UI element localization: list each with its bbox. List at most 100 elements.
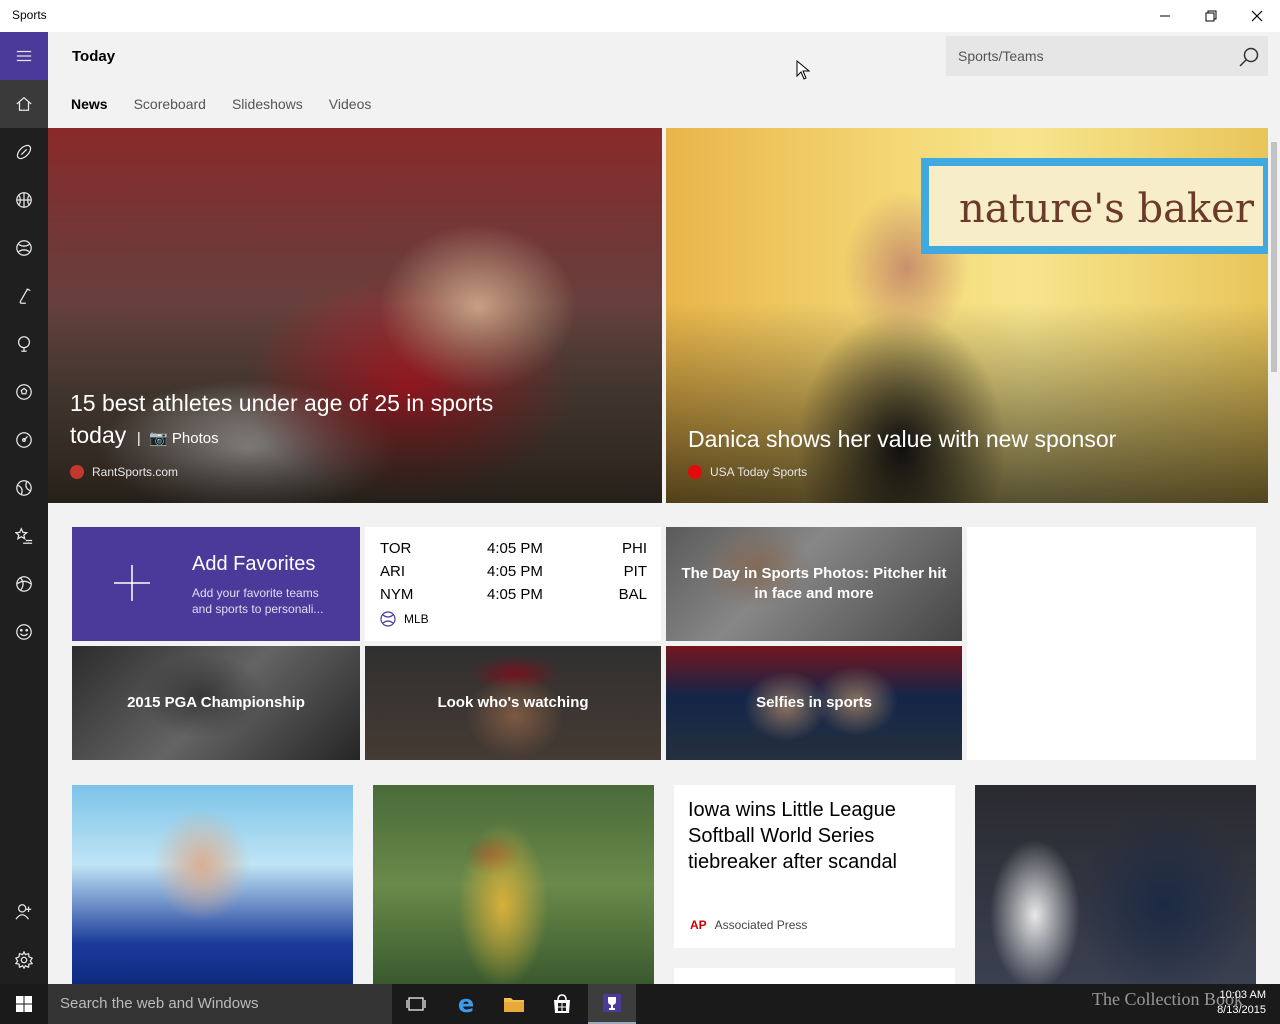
task-view-icon [406,997,426,1011]
watching-tile[interactable]: Look who's watching [365,646,661,760]
nav-hockey[interactable] [0,272,48,320]
tennis-icon [16,480,32,496]
hero-source: USA Today Sports [688,465,807,479]
edge-button[interactable]: e [442,984,490,1024]
pga-tile[interactable]: 2015 PGA Championship [72,646,360,760]
nav-golf[interactable] [0,320,48,368]
hero-story-athletes[interactable]: 15 best athletes under age of 25 in spor… [48,128,662,503]
nav-favorites[interactable] [0,512,48,560]
nav-account[interactable] [0,888,48,936]
plus-icon [114,565,150,601]
nav-soccer[interactable] [0,368,48,416]
nav-rail [0,32,48,984]
hero-headline: 15 best athletes under age of 25 in spor… [70,390,494,448]
basketball-icon [16,192,32,208]
game-row: ARI 4:05 PM PIT [380,563,647,580]
vertical-scrollbar[interactable] [1268,128,1280,984]
store-button[interactable] [538,984,586,1024]
tab-slideshows[interactable]: Slideshows [232,96,303,112]
hockey-icon [19,288,31,304]
minimize-button[interactable] [1142,0,1188,32]
league-label: MLB [380,611,429,627]
tab-scoreboard[interactable]: Scoreboard [134,96,206,112]
home-icon [16,96,32,111]
folder-icon [504,998,524,1012]
nav-fantasy[interactable] [0,608,48,656]
article-card-iowa[interactable]: Iowa wins Little League Softball World S… [674,785,955,948]
golf-icon [17,336,31,352]
tile-caption: Selfies in sports [756,694,872,711]
nav-settings[interactable] [0,936,48,984]
nav-home[interactable] [0,80,48,128]
hamburger-icon [16,50,32,62]
ap-logo-icon: AP [690,918,707,932]
mouse-cursor-icon [796,60,810,80]
sports-app-button[interactable] [588,984,636,1024]
game-row: TOR 4:05 PM PHI [380,540,647,557]
title-bar: Sports [0,0,1280,32]
nav-football[interactable] [0,128,48,176]
game-row: NYM 4:05 PM BAL [380,586,647,603]
page-title: Today [72,48,116,65]
nav-baseball[interactable] [0,224,48,272]
star-list-icon [15,527,33,544]
system-clock[interactable]: 10:03 AM 8/13/2015 [1217,988,1266,1018]
article-card-next[interactable] [674,968,955,984]
search-input[interactable] [946,36,1226,76]
photos-badge: | 📷 Photos [132,430,219,447]
tile-photo-quarterback [72,785,353,984]
scrollbar-thumb[interactable] [1271,142,1277,372]
nav-more-sports[interactable] [0,560,48,608]
tab-videos[interactable]: Videos [329,96,372,112]
story-tile-football[interactable] [975,785,1256,984]
scoreboard-tile[interactable]: TOR 4:05 PM PHI ARI 4:05 PM PIT NYM 4:05… [365,527,661,641]
add-favorites-subtitle: Add your favorite teams and sports to pe… [192,586,324,616]
nav-motorsports[interactable] [0,416,48,464]
story-tile-player-10[interactable] [373,785,654,984]
hero-story-danica[interactable]: nature's baker Danica shows her value wi… [666,128,1268,503]
football-icon [16,144,32,160]
story-tile-quarterback[interactable] [72,785,353,984]
close-button[interactable] [1234,0,1280,32]
speedometer-icon [16,432,32,448]
add-favorites-tile[interactable]: Add Favorites Add your favorite teams an… [72,527,360,641]
tile-photo-player [373,785,654,984]
soccer-icon [16,384,32,400]
tile-photo-football [975,785,1256,984]
task-view-button[interactable] [392,984,440,1024]
tab-bar: News Scoreboard Slideshows Videos [71,96,371,112]
smiley-icon [16,624,32,640]
taskbar-search[interactable]: Search the web and Windows [48,984,392,1024]
sponsor-banner: nature's baker [921,158,1268,254]
nav-basketball[interactable] [0,176,48,224]
gear-icon [15,951,33,969]
trophy-icon [603,994,621,1012]
start-button[interactable] [0,984,48,1024]
search-box[interactable] [946,36,1268,76]
tile-caption: Look who's watching [437,694,589,711]
article-title: Iowa wins Little League Softball World S… [688,799,898,873]
windows-logo-icon [16,996,32,1012]
add-favorites-title: Add Favorites [192,553,316,575]
day-in-sports-tile[interactable]: The Day in Sports Photos: Pitcher hit in… [666,527,962,641]
header: Today News Scoreboard Slideshows Videos [48,32,1280,128]
tab-news[interactable]: News [71,96,108,112]
file-explorer-button[interactable] [490,984,538,1024]
baseball-icon [380,611,396,627]
camera-icon: 📷 [149,430,168,447]
usa-today-logo-icon [688,465,702,479]
hamburger-menu-button[interactable] [0,32,48,80]
hero-source: RantSports.com [70,465,178,479]
restore-button[interactable] [1188,0,1234,32]
add-user-icon [15,904,32,920]
selfies-tile[interactable]: Selfies in sports [666,646,962,760]
tile-caption: The Day in Sports Photos: Pitcher hit in… [681,565,947,602]
search-icon[interactable] [1238,46,1260,68]
nav-tennis[interactable] [0,464,48,512]
hero-headline: Danica shows her value with new sponsor [688,426,1117,452]
taskbar: Search the web and Windows e The Collect… [0,984,1280,1024]
rantsports-logo-icon [70,465,84,479]
edge-icon: e [457,990,475,1018]
article-source: AP Associated Press [690,918,808,932]
store-bag-icon [554,994,570,1013]
